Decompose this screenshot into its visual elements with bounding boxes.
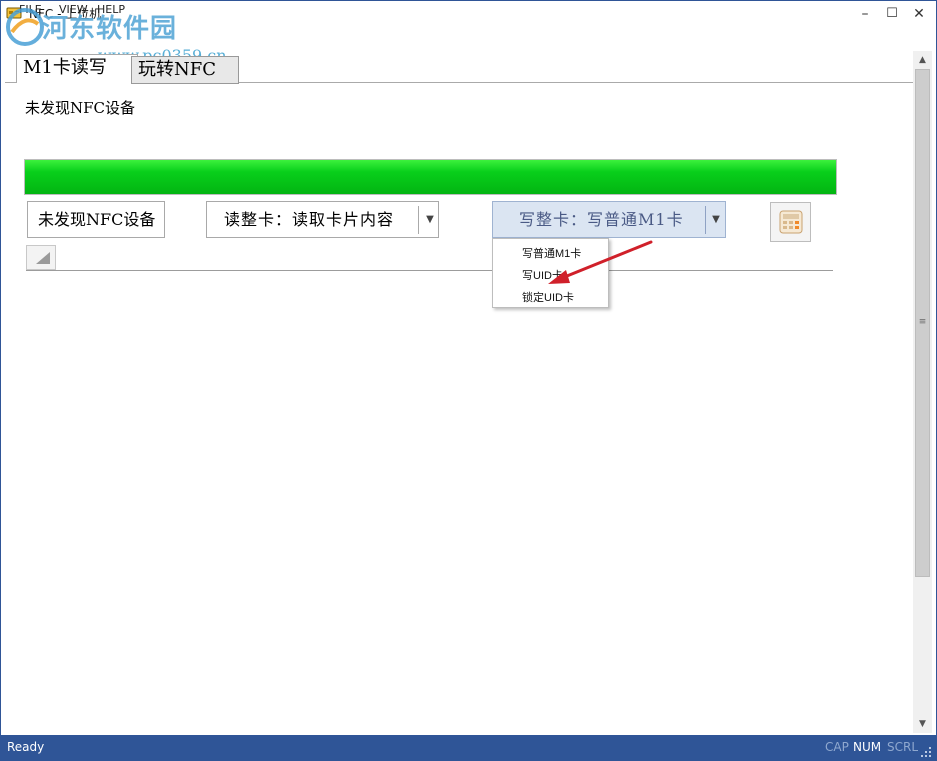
num-lock-indicator: NUM — [853, 740, 882, 754]
calculator-button[interactable] — [770, 202, 811, 242]
combo-separator — [418, 206, 419, 234]
minimize-button[interactable]: – — [852, 4, 878, 24]
caps-lock-indicator: CAP — [825, 740, 849, 754]
read-card-combo[interactable]: 读整卡：读取卡片内容 ▼ — [206, 201, 439, 238]
maximize-button[interactable]: ☐ — [879, 4, 905, 24]
content-divider — [26, 270, 833, 271]
annotation-arrow-icon — [548, 240, 653, 284]
write-card-combo[interactable]: 写整卡：写普通M1卡 ▼ — [492, 201, 726, 238]
progress-bar-fill — [25, 160, 836, 194]
read-card-combo-value: 读整卡：读取卡片内容 — [224, 210, 395, 229]
scroll-grip-icon: ≡ — [918, 317, 927, 327]
resize-corner[interactable] — [26, 245, 56, 270]
corner-triangle-icon — [36, 252, 50, 264]
tab-play-nfc[interactable]: 玩转NFC — [131, 56, 239, 84]
scroll-lock-indicator: SCRL — [887, 740, 919, 754]
tab-m1-card[interactable]: M1卡读写 — [16, 54, 138, 83]
watermark-logo-icon — [6, 8, 44, 46]
chevron-down-icon[interactable]: ▼ — [423, 202, 437, 237]
write-card-combo-value: 写整卡：写普通M1卡 — [519, 210, 684, 229]
device-status-label: 未发现NFC设备 — [25, 99, 136, 117]
close-button[interactable]: ✕ — [906, 4, 932, 24]
watermark-title: 河东软件园 — [42, 14, 178, 44]
window-border — [0, 0, 937, 761]
combo-separator — [705, 206, 706, 234]
dropdown-item-lock-uid[interactable]: 锁定UID卡 — [522, 289, 574, 305]
chevron-down-icon[interactable]: ▼ — [709, 202, 723, 237]
scroll-up-icon[interactable]: ▲ — [913, 53, 932, 67]
size-grip-icon[interactable] — [920, 746, 932, 758]
status-bar — [0, 735, 937, 761]
device-button[interactable]: 未发现NFC设备 — [27, 201, 165, 238]
calculator-icon — [779, 210, 803, 234]
scroll-down-icon[interactable]: ▼ — [913, 717, 932, 731]
status-ready-text: Ready — [7, 740, 45, 754]
